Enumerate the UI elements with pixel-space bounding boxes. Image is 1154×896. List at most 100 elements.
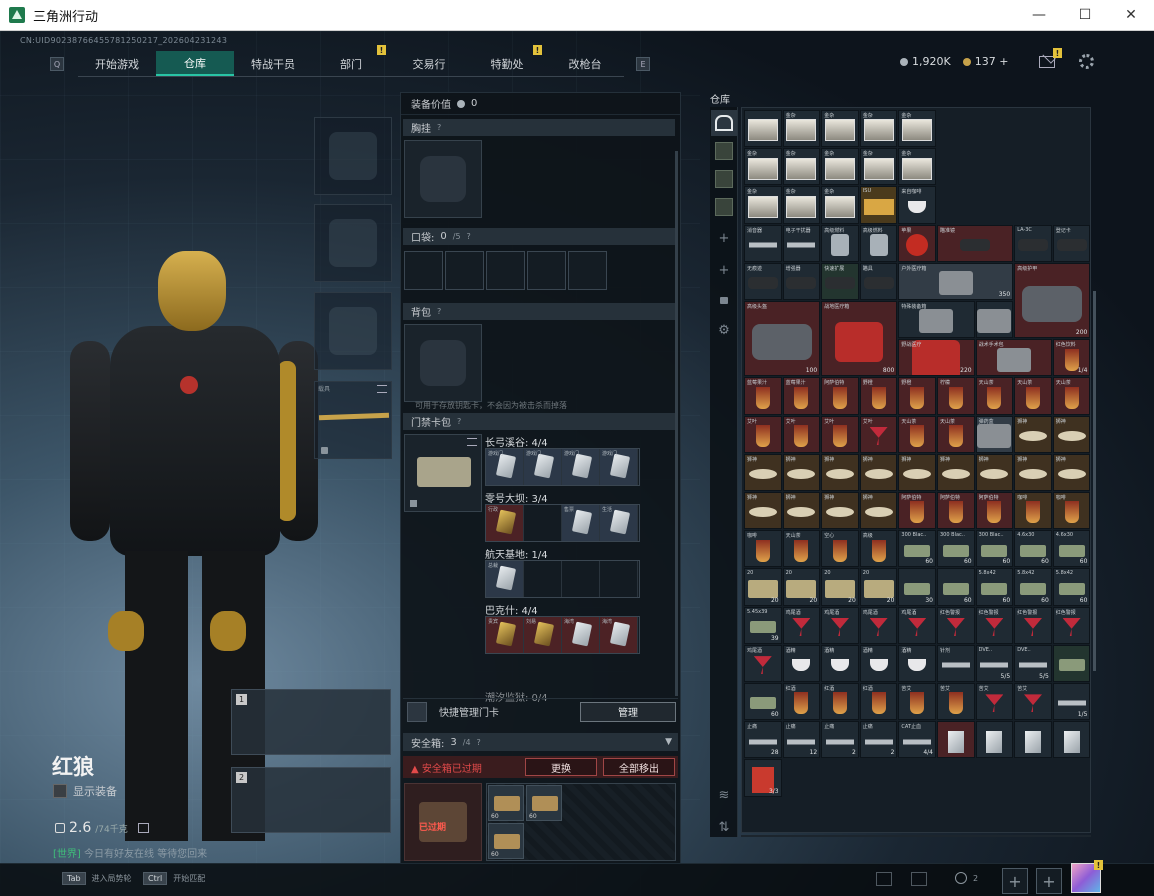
tab-6[interactable]: 改枪台 [546,51,624,76]
keycard-slot[interactable]: 游戏门 [562,449,600,485]
warehouse-item[interactable]: 高级 [859,530,898,568]
minimize-button[interactable]: — [1016,0,1062,31]
safe-box-slot[interactable]: 已过期 [404,783,482,861]
warehouse-item[interactable]: 酒精 [821,644,859,682]
warehouse-scrollbar[interactable] [1093,291,1096,671]
warehouse-item[interactable]: 咖啡 [1052,492,1090,530]
warehouse-item[interactable]: 20 20 [859,568,898,606]
layers-icon[interactable]: ≋ [711,782,737,808]
warehouse-item[interactable]: 针剂 [937,644,975,682]
move-all-out-button[interactable]: 全部移出 [603,758,675,776]
flag-icon[interactable] [911,872,927,886]
warehouse-item[interactable]: 60 [937,568,975,606]
warehouse-item[interactable]: 狮神 [898,453,936,491]
warehouse-item[interactable]: 酒精 [782,644,821,682]
melee-weapon-slot[interactable]: 载具 [314,381,392,459]
keycard-slot[interactable] [600,561,638,597]
warehouse-item[interactable]: 弹药盒 [975,415,1014,453]
warehouse-item[interactable]: 金杂 [898,110,936,148]
keycard-slot[interactable]: 总裁 [486,561,524,597]
help-icon[interactable]: ? [477,738,481,747]
warehouse-item[interactable]: 阿萨伯特 [937,492,975,530]
warehouse-item[interactable]: CAT止血 4/4 [898,721,936,759]
warehouse-item[interactable]: ISU [859,186,898,224]
warehouse-item[interactable]: DVE.. 5/5 [1014,644,1052,682]
warehouse-item[interactable]: 狮神 [821,492,859,530]
warehouse-item[interactable]: 苦艾 [975,683,1014,721]
warehouse-item[interactable]: LA-3C [1014,224,1052,262]
pocket-slot[interactable] [486,251,525,290]
show-equipment-toggle[interactable]: 显示装备 [53,783,117,799]
warehouse-item[interactable]: 野战医疗 220 [898,339,975,377]
warehouse-item[interactable]: 阿萨伯特 [898,492,936,530]
warehouse-item[interactable]: 金杂 [821,186,859,224]
helmet-slot[interactable] [314,117,392,195]
warehouse-item[interactable]: 阿萨伯特 [821,377,859,415]
warehouse-item[interactable]: 60 [744,683,782,721]
keycard-slot[interactable]: 游戏门 [600,449,638,485]
ammo-box-item[interactable]: 60 [488,785,524,821]
warehouse-page-tab[interactable] [711,194,737,220]
warehouse-item[interactable]: 快速扩展 [821,262,859,300]
warehouse-item[interactable]: 咖啡 [1014,492,1052,530]
warehouse-item[interactable]: 高级头盔 100 [744,301,821,377]
warehouse-item[interactable]: 狮神 [821,453,859,491]
warehouse-item[interactable]: 狮神 [744,492,782,530]
warehouse-item[interactable]: 电子干扰器 [782,224,821,262]
warehouse-item[interactable]: 户外医疗箱 350 [898,262,1014,300]
stats-icon[interactable] [876,872,892,886]
tab-hint[interactable]: Tab 进入局势轮 [62,872,132,885]
warehouse-item[interactable]: 蓝莓果汁 [782,377,821,415]
warehouse-item[interactable]: 登记卡 [1052,224,1090,262]
warehouse-item[interactable]: 红色警报 [1014,606,1052,644]
warehouse-item[interactable]: 金杂 [821,148,859,186]
tab-5[interactable]: 特勤处! [468,45,546,76]
warehouse-item[interactable]: 瞄准镜 [937,224,1014,262]
warehouse-item[interactable]: 苦艾 [1014,683,1052,721]
warehouse-item[interactable]: 20 20 [821,568,859,606]
warehouse-item[interactable]: 狮神 [1014,415,1052,453]
keycard-slot[interactable]: 游戏门 [524,449,562,485]
keycard-slot[interactable]: 海湾 [600,617,638,653]
tab-2[interactable]: 特战干员 [234,51,312,76]
silver-currency[interactable]: 1,920K [900,55,951,68]
warehouse-item[interactable]: 鸡尾酒 [821,606,859,644]
warehouse-item[interactable]: 鸡尾酒 [782,606,821,644]
keycard-case-slot[interactable] [404,434,482,512]
keycard-slot[interactable]: 贵宾 [486,617,524,653]
add-page-icon[interactable]: + [711,257,737,283]
warehouse-item[interactable]: 金杂 [859,110,898,148]
warehouse-item[interactable] [937,721,975,759]
tab-1[interactable]: 仓库 [156,51,234,76]
help-icon[interactable]: ? [457,417,461,426]
warehouse-item[interactable]: 狮神 [975,453,1014,491]
keycard-slot[interactable] [524,561,562,597]
warehouse-item[interactable] [1052,721,1090,759]
warehouse-item[interactable]: 300 Blac.. 60 [898,530,936,568]
add-gold-button[interactable]: + [999,55,1008,68]
warehouse-item[interactable] [975,721,1014,759]
warehouse-item[interactable]: 金杂 [782,148,821,186]
warehouse-item[interactable]: 止痛 28 [744,721,782,759]
warehouse-grid[interactable]: 金杂 金杂 金杂 金杂 金杂 金杂 金杂 金杂 金杂 金杂 金杂 金杂 ISU 来自咖啡 消音器 电子干扰器高… [741,107,1091,833]
warehouse-item[interactable]: 天山茶 [1014,377,1052,415]
warehouse-item[interactable]: 消音器 [744,224,782,262]
warehouse-item[interactable]: 金杂 [744,148,782,186]
warehouse-item[interactable]: 狮神 [1052,453,1090,491]
manage-button[interactable]: 管理 [580,701,676,722]
warehouse-item[interactable]: 止痛 2 [821,721,859,759]
warehouse-item[interactable]: 止痛 12 [782,721,821,759]
close-button[interactable]: ✕ [1108,0,1154,31]
keycard-slot[interactable]: 行政 [486,505,524,541]
chat-line[interactable]: [世界] 今日有好友在线 等待您回来 [53,845,207,860]
warehouse-item[interactable]: 金杂 [821,110,859,148]
pocket-slot[interactable] [527,251,566,290]
weight-details-icon[interactable] [137,823,149,833]
warehouse-item[interactable]: 金杂 [782,110,821,148]
warehouse-item[interactable]: 狮神 [782,453,821,491]
swap-icon[interactable] [467,438,477,446]
warehouse-item[interactable]: 艾叶 [744,415,782,453]
warehouse-page-tab[interactable] [711,138,737,164]
player-avatar[interactable]: ! [1071,860,1103,893]
warehouse-item[interactable]: 金杂 [898,148,936,186]
